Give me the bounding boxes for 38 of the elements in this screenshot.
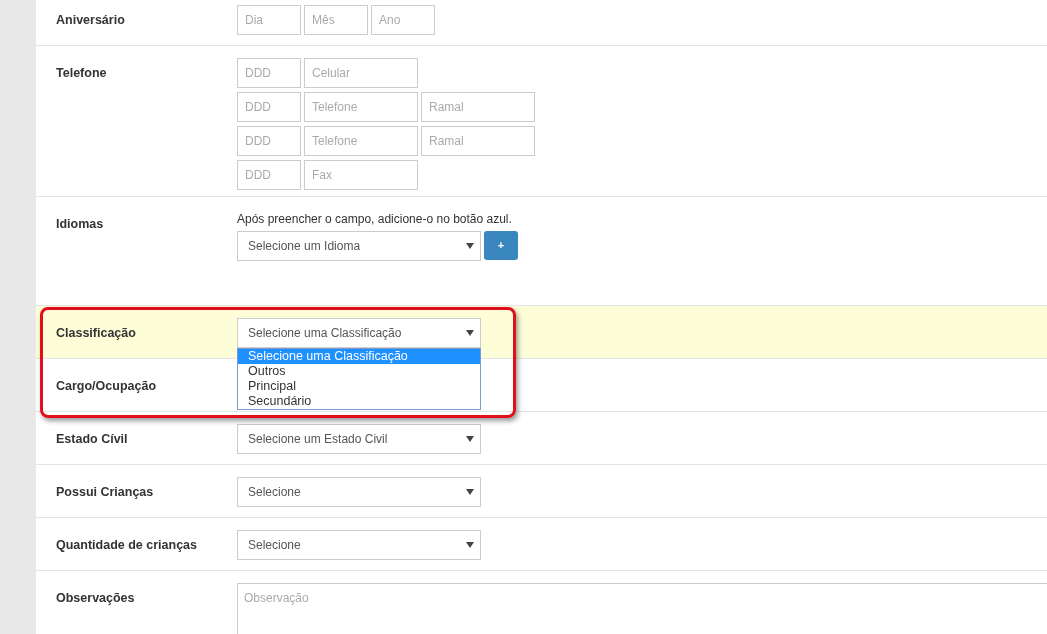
- select-dropdown[interactable]: Selecione uma Classificação: [237, 318, 481, 348]
- input-field[interactable]: Fax: [304, 160, 418, 190]
- dropdown-option[interactable]: Secundário: [238, 394, 480, 409]
- hint-text: Após preencher o campo, adicione-o no botão azul.: [237, 211, 513, 228]
- select-dropdown[interactable]: Selecione um Idioma: [237, 231, 481, 261]
- input-field[interactable]: DDD: [237, 92, 301, 122]
- field-label: Cargo/Ocupação: [55, 378, 158, 395]
- caret-icon: [466, 489, 474, 495]
- field-label: Idiomas: [55, 216, 105, 233]
- text-area[interactable]: Observação: [237, 583, 1047, 634]
- input-field[interactable]: Ramal: [421, 92, 535, 122]
- caret-icon: [466, 330, 474, 336]
- add-button[interactable]: +: [484, 231, 518, 260]
- input-field[interactable]: DDD: [237, 58, 301, 88]
- caret-icon: [466, 243, 474, 249]
- input-field[interactable]: Ramal: [421, 126, 535, 156]
- caret-icon: [466, 542, 474, 548]
- field-label: Observações: [55, 590, 136, 607]
- select-dropdown[interactable]: Selecione: [237, 477, 481, 507]
- field-label: Classificação: [55, 325, 137, 342]
- input-field[interactable]: DDD: [237, 126, 301, 156]
- select-dropdown[interactable]: Selecione: [237, 530, 481, 560]
- field-label: Estado Cívil: [55, 431, 129, 448]
- input-field[interactable]: Celular: [304, 58, 418, 88]
- caret-icon: [466, 436, 474, 442]
- dropdown-option[interactable]: Principal: [238, 379, 480, 394]
- input-field[interactable]: Dia: [237, 5, 301, 35]
- select-dropdown[interactable]: Selecione um Estado Civil: [237, 424, 481, 454]
- dropdown-option[interactable]: Outros: [238, 364, 480, 379]
- field-label: Aniversário: [55, 12, 126, 29]
- input-field[interactable]: Mês: [304, 5, 368, 35]
- input-field[interactable]: Telefone: [304, 92, 418, 122]
- input-field[interactable]: DDD: [237, 160, 301, 190]
- field-label: Possui Crianças: [55, 484, 155, 501]
- field-label: Quantidade de crianças: [55, 537, 199, 554]
- input-field[interactable]: Ano: [371, 5, 435, 35]
- field-label: Telefone: [55, 65, 108, 82]
- input-field[interactable]: Telefone: [304, 126, 418, 156]
